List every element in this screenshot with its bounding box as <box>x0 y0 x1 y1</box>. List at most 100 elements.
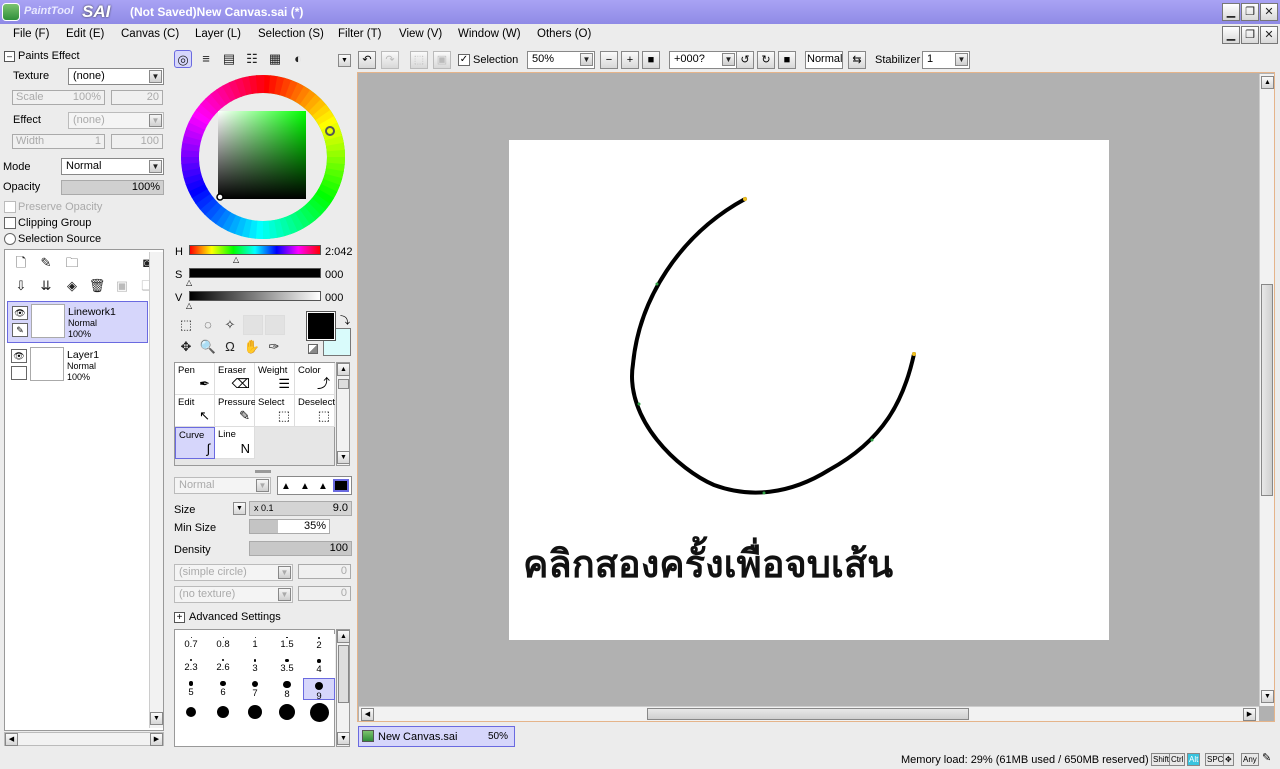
brush-size-dot[interactable] <box>217 706 229 718</box>
menu-canvas[interactable]: Canvas (C) <box>121 28 179 40</box>
tool-scrollbar[interactable]: ▲ ▼ <box>336 362 350 466</box>
zoom-out-icon[interactable]: − <box>600 51 618 69</box>
brush-size-dot[interactable] <box>279 704 295 720</box>
doc-restore-button[interactable]: ❐ <box>1241 26 1259 44</box>
rgb-slider-icon[interactable]: ≡ <box>197 50 215 68</box>
new-folder-icon[interactable]: 🗀 <box>63 254 81 272</box>
selection-checkbox[interactable]: ✓ <box>458 54 470 66</box>
brush-size-cell[interactable]: 5 <box>175 678 207 700</box>
vscroll-thumb[interactable] <box>1261 284 1273 496</box>
chevron-down-icon[interactable]: ▼ <box>150 712 163 725</box>
tool-color[interactable]: Color ⤴ <box>295 363 335 395</box>
brush-size-cell[interactable]: 3.5 <box>271 656 303 678</box>
chevron-right-icon[interactable]: ▶ <box>150 733 163 746</box>
color-wheel-mode-icon[interactable]: ◎ <box>174 50 192 68</box>
rect-select-icon[interactable]: ⬚ <box>177 316 195 334</box>
menu-file[interactable]: File (F) <box>13 28 49 40</box>
new-linework-layer-icon[interactable]: ✎ <box>37 254 55 272</box>
layer-row-layer1[interactable]: 👁 Layer1 Normal 100% <box>7 345 148 387</box>
new-layer-icon[interactable]: 🗋 <box>12 254 30 272</box>
scroll-thumb[interactable] <box>338 379 349 389</box>
menu-others[interactable]: Others (O) <box>537 28 591 40</box>
rotate-cw-icon[interactable]: ↻ <box>757 51 775 69</box>
scratchpad-icon[interactable]: ▦ <box>266 50 284 68</box>
curve-control-point[interactable] <box>762 491 766 495</box>
menu-view[interactable]: View (V) <box>399 28 442 40</box>
tool-line[interactable]: Line N <box>215 427 255 459</box>
hsv-slider-icon[interactable]: ▤ <box>220 50 238 68</box>
tool-pen[interactable]: Pen ✒ <box>175 363 215 395</box>
tool-deselect[interactable]: Deselect ⬚ <box>295 395 335 427</box>
brush-size-cell[interactable]: 3 <box>239 656 271 678</box>
color-wheel[interactable] <box>180 74 346 240</box>
curve-control-point[interactable] <box>743 197 747 201</box>
brush-size-dot[interactable] <box>248 705 262 719</box>
layer-scrollbar[interactable]: ▼ <box>149 252 163 728</box>
menu-layer[interactable]: Layer (L) <box>195 28 241 40</box>
brush-size-cell[interactable]: 1 <box>239 634 271 656</box>
brush-size-cell[interactable]: 1.5 <box>271 634 303 656</box>
doc-minimize-button[interactable]: ▁ <box>1222 26 1240 44</box>
menu-edit[interactable]: Edit (E) <box>66 28 104 40</box>
tool-eraser[interactable]: Eraser ⌫ <box>215 363 255 395</box>
menu-filter[interactable]: Filter (T) <box>338 28 381 40</box>
brush-size-cell[interactable]: 9 <box>303 678 335 702</box>
expand-icon[interactable]: + <box>174 612 185 623</box>
minimize-button[interactable]: ▁ <box>1222 3 1240 21</box>
eyedropper-icon[interactable]: ✑ <box>265 338 283 356</box>
chevron-left-icon[interactable]: ◀ <box>5 733 18 746</box>
brush-size-cell[interactable]: 0.7 <box>175 634 207 656</box>
size-grid-scrollbar[interactable]: ▲ ▼ <box>336 629 350 747</box>
merge-down-icon[interactable]: ⇊ <box>37 277 55 295</box>
canvas-paper[interactable]: คลิกสองครั้งเพื่อจบเส้น <box>509 140 1109 640</box>
maximize-button[interactable]: ❐ <box>1241 3 1259 21</box>
curve-control-point[interactable] <box>912 352 916 356</box>
zoom-in-icon[interactable]: + <box>621 51 639 69</box>
clear-layer-icon[interactable]: ◈ <box>63 277 81 295</box>
brush-size-cell[interactable]: 4 <box>303 656 335 678</box>
panel-menu-chevron-icon[interactable]: ▼ <box>338 54 351 67</box>
lasso-icon[interactable]: ◌ <box>199 316 217 334</box>
hscroll-thumb[interactable] <box>647 708 969 720</box>
tool-select[interactable]: Select ⬚ <box>255 395 295 427</box>
rotate-reset-icon[interactable]: ■ <box>778 51 796 69</box>
hand-icon[interactable]: ✋ <box>243 338 261 356</box>
transparent-color-icon[interactable] <box>308 344 318 354</box>
stabilizer-select[interactable]: 1 ▼ <box>922 51 970 69</box>
texture-select[interactable]: (none) ▼ <box>68 68 164 85</box>
clipping-group-checkbox[interactable] <box>4 217 16 229</box>
swap-colors-icon[interactable]: ⤵ <box>340 312 350 327</box>
pen-lock-icon[interactable]: ✎ <box>12 323 28 337</box>
brush-size-cell[interactable]: 7 <box>239 678 271 700</box>
color-mix-icon[interactable]: ◐ <box>289 50 307 68</box>
panel-grip[interactable] <box>255 470 271 473</box>
shape-soft-icon[interactable]: ▲ <box>281 481 291 492</box>
chevron-up-icon[interactable]: ▲ <box>337 630 350 643</box>
canvas-hscrollbar[interactable]: ◀ ▶ <box>359 706 1259 721</box>
layer-mode-select[interactable]: Normal ▼ <box>61 158 164 175</box>
tool-edit[interactable]: Edit ↖ <box>175 395 215 427</box>
close-button[interactable]: ✕ <box>1260 3 1278 21</box>
saturation-slider[interactable] <box>189 268 321 278</box>
swatch-icon[interactable]: ☷ <box>243 50 261 68</box>
chevron-down-icon[interactable]: ▼ <box>337 732 350 745</box>
visibility-eye-icon[interactable]: 👁 <box>12 306 28 320</box>
document-tab[interactable]: New Canvas.sai 50% <box>358 726 515 747</box>
tool-weight[interactable]: Weight ☰ <box>255 363 295 395</box>
chevron-left-icon[interactable]: ◀ <box>361 708 374 721</box>
chevron-up-icon[interactable]: ▲ <box>1261 76 1274 89</box>
menu-selection[interactable]: Selection (S) <box>258 28 324 40</box>
doc-close-button[interactable]: ✕ <box>1260 26 1278 44</box>
magic-wand-icon[interactable]: ✧ <box>221 316 239 334</box>
collapse-icon[interactable]: – <box>4 51 15 62</box>
lock-slot-icon[interactable] <box>11 366 27 380</box>
menu-window[interactable]: Window (W) <box>458 28 521 40</box>
value-slider[interactable] <box>189 291 321 301</box>
brush-size-cell[interactable]: 6 <box>207 678 239 700</box>
advanced-settings-label[interactable]: Advanced Settings <box>189 611 281 623</box>
zoom-select[interactable]: 50% ▼ <box>527 51 595 69</box>
brush-size-slider[interactable]: x 0.1 9.0 <box>249 501 352 516</box>
delete-layer-icon[interactable]: 🗑 <box>88 277 106 295</box>
layer-row-linework1[interactable]: 👁 ✎ Linework1 Normal 100% <box>7 301 148 343</box>
brush-size-cell[interactable]: 2.3 <box>175 656 207 678</box>
